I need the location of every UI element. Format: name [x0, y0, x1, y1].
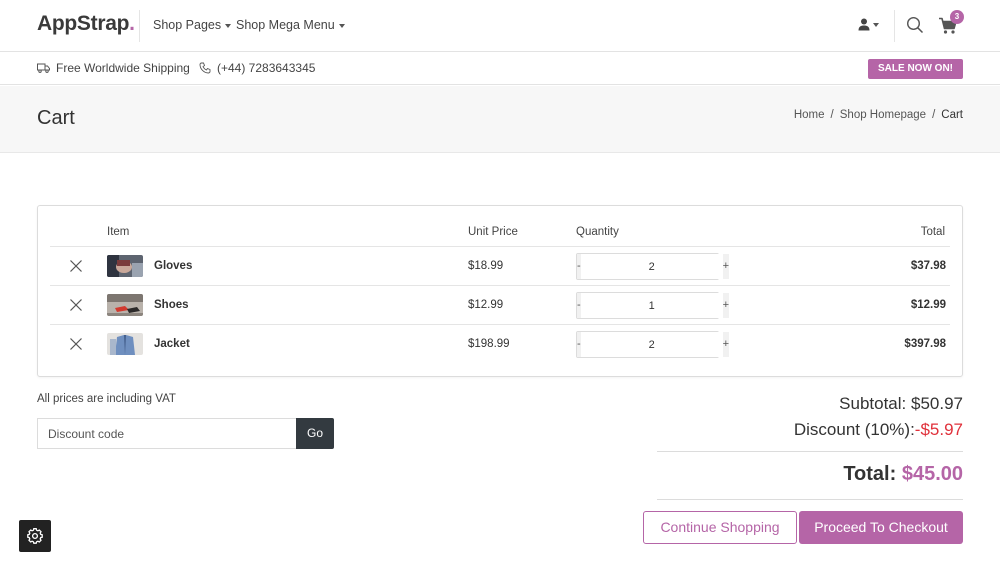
item-name[interactable]: Gloves: [154, 260, 192, 272]
apply-discount-button[interactable]: Go: [296, 418, 334, 449]
breadcrumb: Home / Shop Homepage / Cart: [794, 109, 963, 121]
brand-dot: .: [129, 12, 135, 35]
nav-divider: [139, 10, 140, 42]
caret-down-icon: [338, 23, 345, 28]
discount-form: Go: [37, 418, 334, 449]
remove-item-icon[interactable]: [69, 298, 83, 312]
continue-shopping-button[interactable]: Continue Shopping: [643, 511, 797, 544]
caret-down-icon: [225, 23, 232, 28]
gloves-thumbnail[interactable]: [107, 255, 143, 277]
quantity-input[interactable]: [580, 293, 723, 318]
discount-value: -$5.97: [914, 420, 963, 439]
discount-line: Discount (10%):-$5.97: [794, 419, 963, 441]
breadcrumb-home[interactable]: Home: [794, 109, 825, 121]
header-quantity: Quantity: [576, 226, 619, 238]
item-name[interactable]: Shoes: [154, 299, 189, 311]
order-summary: Subtotal: $50.97 Discount (10%):-$5.97: [794, 393, 963, 441]
subtotal-value: $50.97: [911, 394, 963, 413]
row-total: $397.98: [904, 338, 946, 350]
shipping-info: Free Worldwide Shipping: [37, 61, 190, 75]
user-menu-button[interactable]: [858, 18, 879, 31]
discount-code-input[interactable]: [37, 418, 297, 449]
brand-name: AppStrap: [37, 12, 130, 35]
cart-row: Shoes $12.99 - + $12.99: [50, 285, 950, 324]
subtotal-label: Subtotal:: [839, 394, 907, 413]
brand-logo[interactable]: AppStrap.: [37, 12, 135, 36]
breadcrumb-cart: Cart: [941, 109, 963, 121]
info-bar: Free Worldwide Shipping (+44) 7283643345…: [0, 53, 1000, 85]
unit-price: $18.99: [468, 260, 504, 272]
increase-quantity-button[interactable]: +: [722, 332, 730, 357]
phone-icon: [199, 62, 211, 74]
user-icon: [858, 18, 870, 31]
grand-total: Total: $45.00: [843, 463, 963, 486]
quantity-input[interactable]: [580, 254, 723, 279]
row-total: $12.99: [910, 299, 946, 311]
nav-shop-pages[interactable]: Shop Pages: [153, 18, 232, 32]
cart-count-badge: 3: [950, 10, 964, 24]
jacket-thumbnail[interactable]: [107, 333, 143, 355]
quantity-input[interactable]: [580, 332, 723, 357]
row-total: $37.98: [910, 260, 946, 272]
phone-info: (+44) 7283643345: [199, 61, 315, 75]
shoes-thumbnail[interactable]: [107, 294, 143, 316]
header-total: Total: [920, 226, 945, 238]
cart-row: Gloves $18.99 - + $37.98: [50, 246, 950, 285]
unit-price: $198.99: [468, 338, 510, 350]
remove-item-icon[interactable]: [69, 259, 83, 273]
unit-price: $12.99: [468, 299, 504, 311]
breadcrumb-separator: /: [830, 109, 834, 121]
cart-row: Jacket $198.99 - + $397.98: [50, 324, 950, 363]
header-item: Item: [107, 226, 130, 238]
breadcrumb-separator: /: [932, 109, 936, 121]
remove-item-icon[interactable]: [69, 337, 83, 351]
truck-icon: [37, 63, 50, 73]
page-title: Cart: [37, 107, 75, 129]
gear-icon: [27, 528, 43, 544]
increase-quantity-button[interactable]: +: [722, 254, 730, 279]
total-value: $45.00: [901, 463, 963, 485]
quantity-stepper: - +: [576, 331, 730, 358]
breadcrumb-shop-homepage[interactable]: Shop Homepage: [840, 109, 926, 121]
settings-button[interactable]: [19, 520, 51, 552]
cart-table: Item Unit Price Quantity Total Gloves $1…: [37, 205, 963, 377]
quantity-stepper: - +: [576, 253, 730, 280]
divider: [657, 451, 963, 452]
total-label: Total:: [843, 463, 897, 485]
nav-shop-pages-label: Shop Pages: [153, 18, 222, 32]
sale-now-on-button[interactable]: SALE NOW ON!: [868, 59, 963, 79]
shipping-text: Free Worldwide Shipping: [56, 61, 190, 75]
search-icon[interactable]: [906, 16, 924, 34]
nav-shop-mega-menu-label: Shop Mega Menu: [236, 18, 335, 32]
nav-shop-mega-menu[interactable]: Shop Mega Menu: [236, 18, 345, 32]
top-navbar: AppStrap. Shop Pages Shop Mega Menu 3: [0, 0, 1000, 52]
page-header: Cart Home / Shop Homepage / Cart: [0, 86, 1000, 153]
item-name[interactable]: Jacket: [154, 338, 190, 350]
discount-label: Discount (10%):: [793, 420, 915, 439]
subtotal-line: Subtotal: $50.97: [794, 393, 963, 415]
quantity-stepper: - +: [576, 292, 730, 319]
nav-divider: [894, 10, 895, 42]
vat-note: All prices are including VAT: [37, 393, 176, 405]
proceed-to-checkout-button[interactable]: Proceed To Checkout: [799, 511, 963, 544]
divider: [657, 499, 963, 500]
increase-quantity-button[interactable]: +: [722, 293, 730, 318]
header-unit-price: Unit Price: [468, 226, 518, 238]
phone-text: (+44) 7283643345: [217, 61, 316, 75]
caret-down-icon: [873, 23, 879, 27]
